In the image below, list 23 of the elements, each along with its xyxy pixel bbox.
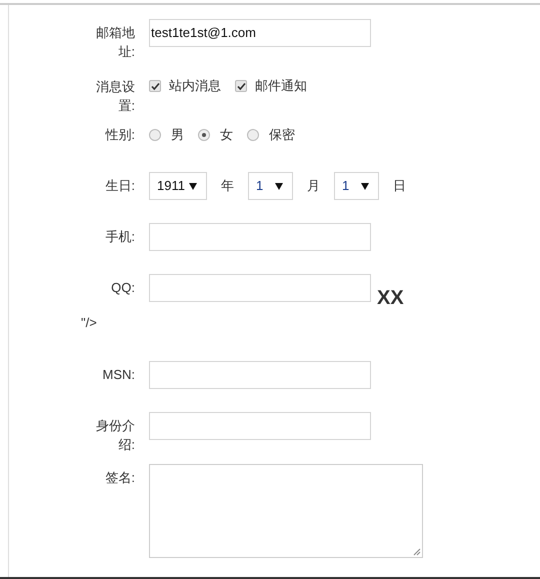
field-label: 消息设置: [95, 78, 135, 115]
field-label: 生日: [104, 177, 135, 195]
unit-label: 月 [307, 177, 320, 196]
field-label: QQ: [110, 279, 135, 297]
select-field[interactable]: 1911 [149, 172, 207, 200]
select-field[interactable]: 1 [334, 172, 379, 200]
suffix-text: XX [377, 288, 404, 308]
checkbox-label: 邮件通知 [255, 77, 307, 96]
select-field[interactable]: 1 [248, 172, 293, 200]
field-label: MSN: [102, 366, 135, 384]
field-label: 签名: [104, 469, 135, 487]
radio-label: 男 [171, 126, 184, 144]
unit-label: 年 [221, 177, 234, 196]
checkbox-label: 站内消息 [169, 77, 221, 96]
text-field[interactable]: test1te1st@1.com [149, 19, 371, 47]
field-label: 性别: [104, 126, 135, 144]
field-label: 邮箱地址: [95, 24, 135, 61]
field-label: 身份介绍: [95, 417, 135, 454]
unit-label: 日 [393, 177, 406, 196]
field-label: 手机: [104, 228, 135, 246]
radio-label: 女 [220, 126, 233, 144]
stray-text: "/> [81, 315, 97, 330]
radio-label: 保密 [269, 126, 295, 144]
